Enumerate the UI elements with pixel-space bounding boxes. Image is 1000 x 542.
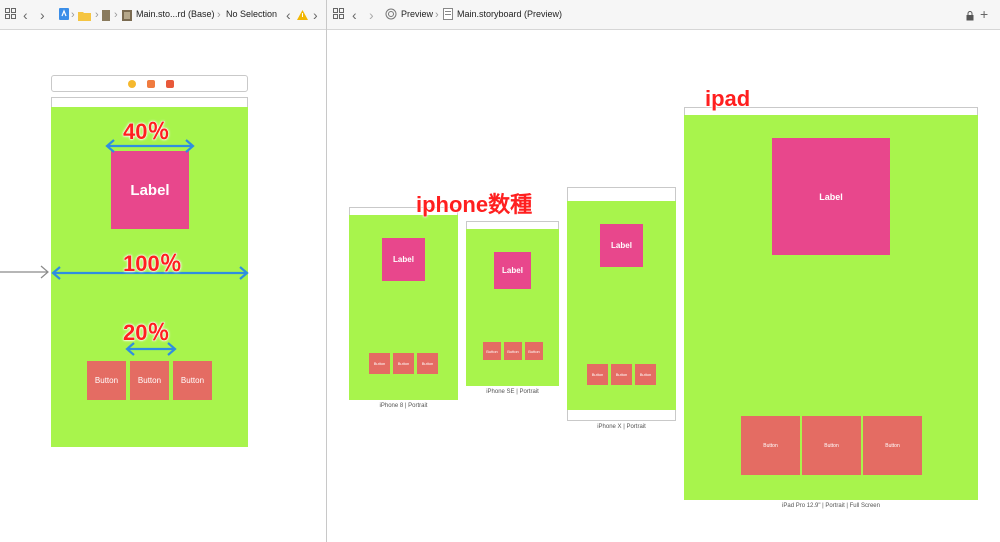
preview-ipad-button: Button: [741, 416, 800, 475]
view-controller-icon[interactable]: [128, 80, 136, 88]
breadcrumb-separator-icon: ›: [95, 9, 99, 21]
preview-ipad-label: Label: [772, 138, 890, 255]
preview-iphone8-caption: iPhone 8 | Portrait: [379, 403, 428, 409]
preview-iphone8-label: Label: [382, 238, 425, 281]
issue-back-chevron-icon[interactable]: ‹: [286, 7, 291, 23]
forward-chevron-icon[interactable]: ›: [40, 7, 45, 23]
preview-iphonese-caption: iPhone SE | Portrait: [486, 389, 539, 395]
preview-iphone8-button: Button: [417, 353, 438, 374]
breadcrumb-separator-icon: ›: [217, 9, 221, 21]
scene-status-bar: [51, 97, 248, 107]
add-editor-icon[interactable]: +: [980, 6, 988, 22]
annotation-iphone-group: iphone数種: [416, 192, 533, 218]
scene-label[interactable]: Label: [111, 151, 189, 229]
preview-iphonex-button: Button: [611, 364, 632, 385]
storyboard-doc-icon[interactable]: [443, 8, 453, 24]
annotation-width-100: 100％: [123, 251, 182, 277]
storyboard-folder-icon[interactable]: [102, 9, 110, 25]
annotation-width-20: 20％: [123, 320, 170, 346]
scene-button-1[interactable]: Button: [87, 361, 126, 400]
preview-rings-icon[interactable]: [385, 8, 397, 24]
preview-iphonex-statusbar: [567, 187, 676, 201]
preview-ipad-button: Button: [802, 416, 861, 475]
preview-iphonese-button: Button: [483, 342, 501, 360]
issue-forward-chevron-icon[interactable]: ›: [313, 7, 318, 23]
annotation-ipad: ipad: [705, 86, 751, 112]
preview-iphonese-button: Button: [525, 342, 543, 360]
editor-divider[interactable]: [326, 0, 327, 542]
back-chevron-icon[interactable]: ‹: [23, 7, 28, 23]
left-editor-toolbar: ‹ › › › › Main.sto...rd (Base) › No Sele…: [0, 0, 326, 30]
scene-button-3[interactable]: Button: [173, 361, 212, 400]
preview-iphonese-statusbar: [466, 221, 559, 229]
breadcrumb-selection[interactable]: No Selection: [226, 9, 277, 19]
breadcrumb-file[interactable]: Main.sto...rd (Base): [136, 9, 215, 19]
grid-icon[interactable]: [5, 7, 16, 23]
preview-toolbar: ‹ › Preview › Main.storyboard (Preview) …: [327, 0, 1000, 30]
preview-iphonex-home-area: [567, 410, 676, 421]
project-file-icon[interactable]: [59, 8, 69, 24]
breadcrumb-preview-file[interactable]: Main.storyboard (Preview): [457, 9, 562, 19]
lock-icon[interactable]: [966, 9, 974, 25]
preview-iphonese-button: Button: [504, 342, 522, 360]
exit-icon[interactable]: [166, 80, 174, 88]
breadcrumb-separator-icon: ›: [114, 9, 118, 21]
breadcrumb-preview[interactable]: Preview: [401, 9, 433, 19]
scene-dock[interactable]: [51, 75, 248, 92]
first-responder-icon[interactable]: [147, 80, 155, 88]
preview-iphone8-button: Button: [393, 353, 414, 374]
preview-iphone8-button: Button: [369, 353, 390, 374]
preview-iphonese-label: Label: [494, 252, 531, 289]
breadcrumb-separator-icon: ›: [71, 9, 75, 21]
preview-ipad-caption: iPad Pro 12.9" | Portrait | Full Screen: [782, 503, 880, 509]
breadcrumb-separator-icon: ›: [435, 9, 439, 21]
preview-iphonex-caption: iPhone X | Portrait: [597, 424, 646, 430]
forward-chevron-icon[interactable]: ›: [369, 7, 374, 23]
storyboard-file-icon[interactable]: [122, 9, 132, 25]
preview-iphonex-label: Label: [600, 224, 643, 267]
grid-icon[interactable]: [333, 7, 344, 23]
scene-button-2[interactable]: Button: [130, 361, 169, 400]
back-chevron-icon[interactable]: ‹: [352, 7, 357, 23]
preview-iphonex-button: Button: [635, 364, 656, 385]
preview-iphonex-button: Button: [587, 364, 608, 385]
warning-icon[interactable]: [297, 8, 308, 24]
entry-point-arrow[interactable]: [0, 264, 52, 280]
annotation-width-40: 40％: [123, 119, 170, 145]
preview-ipad-button: Button: [863, 416, 922, 475]
folder-icon[interactable]: [78, 9, 91, 25]
